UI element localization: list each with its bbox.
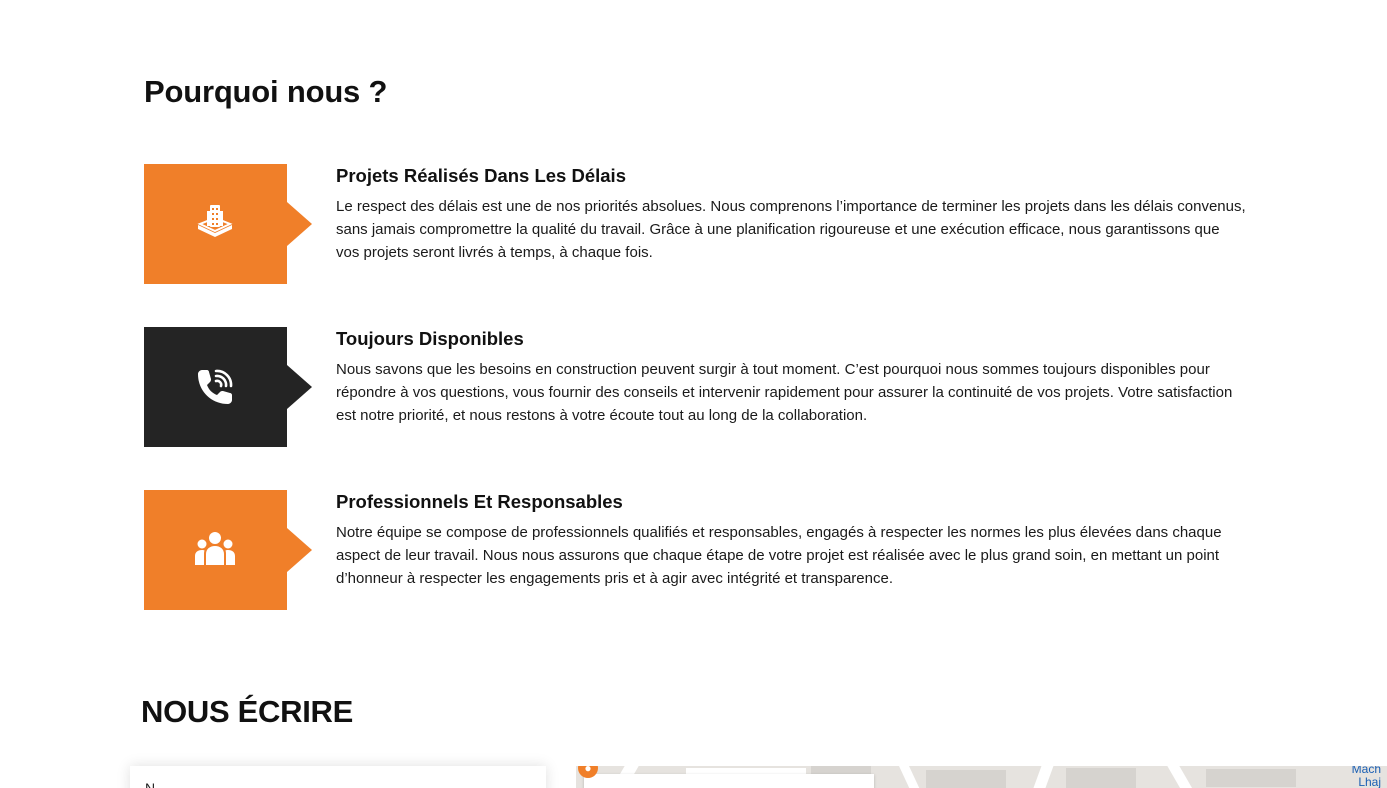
feature-description: Notre équipe se compose de professionnel…	[336, 524, 1222, 587]
feature-title: Projets Réalisés Dans Les Délais	[336, 165, 626, 186]
contact-form: N	[130, 766, 546, 788]
section-title-why-us: Pourquoi nous ?	[144, 74, 388, 109]
map-place-label[interactable]: Mach Lhaj	[1341, 766, 1381, 788]
map-block	[1066, 768, 1136, 788]
feature-icon-box	[144, 490, 312, 610]
map-block	[926, 770, 1006, 788]
map-road	[1030, 766, 1054, 788]
feature-icon-box	[144, 327, 312, 447]
feature-arrow	[287, 528, 312, 572]
map-info-panel[interactable]	[584, 774, 874, 788]
feature-on-time: Projets Réalisés Dans Les Délais Le resp…	[144, 164, 1254, 285]
feature-icon-box	[144, 164, 312, 284]
section-title-contact: NOUS ÉCRIRE	[141, 694, 354, 729]
map-embed[interactable]: ● Mach Lhaj	[576, 766, 1387, 788]
feature-professionals: Professionnels Et Responsables Notre équ…	[144, 490, 1254, 611]
page: Pourquoi nous ? Projets Réalisés Dans Le…	[0, 0, 1387, 788]
feature-always-available: Toujours Disponibles Nous savons que les…	[144, 327, 1254, 448]
feature-text: Professionnels Et Responsables Notre équ…	[336, 490, 1246, 590]
building-icon	[197, 205, 233, 237]
phone-icon	[198, 369, 233, 404]
feature-arrow	[287, 365, 312, 409]
map-road	[899, 766, 923, 788]
feature-title: Professionnels Et Responsables	[336, 491, 623, 512]
feature-text: Toujours Disponibles Nous savons que les…	[336, 327, 1246, 427]
map-block	[1206, 769, 1296, 787]
form-field-label: N	[145, 780, 156, 788]
feature-text: Projets Réalisés Dans Les Délais Le resp…	[336, 164, 1246, 264]
map-road	[1167, 766, 1197, 788]
feature-arrow	[287, 202, 312, 246]
feature-title: Toujours Disponibles	[336, 328, 524, 349]
feature-description: Nous savons que les besoins en construct…	[336, 361, 1233, 424]
team-icon	[195, 532, 235, 565]
feature-description: Le respect des délais est une de nos pri…	[336, 198, 1246, 261]
